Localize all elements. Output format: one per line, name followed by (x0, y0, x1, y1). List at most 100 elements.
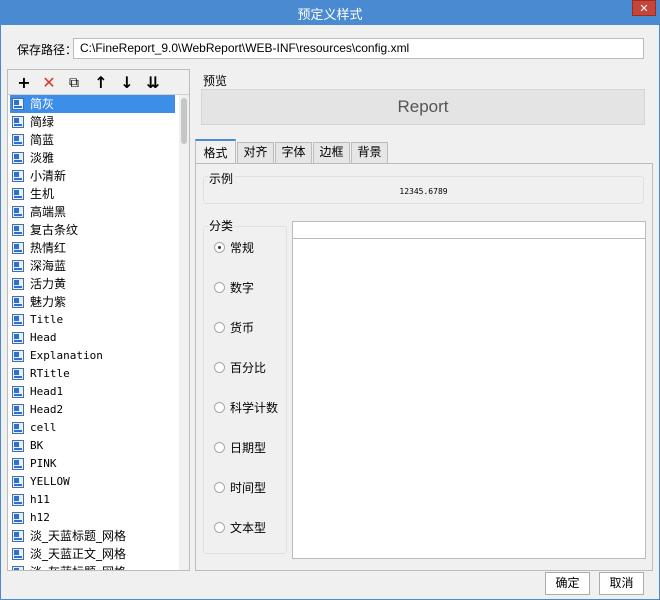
style-list-item[interactable]: 深海蓝 (8, 257, 179, 275)
style-list-item[interactable]: YELLOW (8, 473, 179, 491)
style-list-item[interactable]: 复古条纹 (8, 221, 179, 239)
style-list-item[interactable]: 活力黄 (8, 275, 179, 293)
style-list-item[interactable]: 小清新 (8, 167, 179, 185)
style-list-item[interactable]: Explanation (8, 347, 179, 365)
style-icon (12, 296, 24, 308)
style-list-panel: + ✕ ⧉ ↑ ↓ ⇊ 简灰简绿简蓝淡雅小清新生机高端黑复古条纹 热情红深海蓝活力… (7, 69, 190, 571)
style-item-label: 高端黑 (30, 205, 67, 219)
tab-border[interactable]: 边框 (313, 142, 350, 163)
style-toolbar: + ✕ ⧉ ↑ ↓ ⇊ (8, 70, 189, 95)
category-option-label: 百分比 (230, 361, 267, 375)
style-list-item[interactable]: 生机 (8, 185, 179, 203)
radio-button[interactable] (214, 362, 225, 373)
style-item-label: 淡_灰蓝标题_网格 (30, 565, 126, 570)
style-list-item[interactable]: h11 (8, 491, 179, 509)
format-tab-body: 12345.6789 示例 分类 常规 数字 货币 百分比 科学计数 日期型 时间型 文本型 (195, 163, 653, 571)
style-icon (12, 152, 24, 164)
style-editor-panel: 预览 Report 格式 对齐 字体 边框 背景 12345.6789 示例 分… (195, 69, 653, 571)
style-list-scrollbar[interactable] (179, 95, 189, 570)
format-pattern-input[interactable] (292, 221, 646, 239)
tab-background[interactable]: 背景 (351, 142, 388, 163)
radio-button[interactable] (214, 522, 225, 533)
arrow-down-icon[interactable]: ↓ (117, 73, 137, 93)
style-list-item[interactable]: PINK (8, 455, 179, 473)
style-list-item[interactable]: RTitle (8, 365, 179, 383)
style-icon (12, 278, 24, 290)
style-item-label: 活力黄 (30, 277, 67, 291)
title-bar: 预定义样式 ✕ (0, 0, 660, 25)
style-list-item[interactable]: 简绿 (8, 113, 179, 131)
radio-button[interactable] (214, 482, 225, 493)
style-list-item[interactable]: Title (8, 311, 179, 329)
category-option-label: 货币 (230, 321, 255, 335)
ok-button[interactable]: 确定 (545, 572, 590, 595)
scrollbar-thumb[interactable] (181, 98, 187, 144)
radio-button[interactable] (214, 442, 225, 453)
style-list-item[interactable]: 淡雅 (8, 149, 179, 167)
add-icon[interactable]: + (14, 73, 34, 93)
category-group (203, 226, 287, 554)
tab-align[interactable]: 对齐 (237, 142, 274, 163)
style-list-item[interactable]: 魅力紫 (8, 293, 179, 311)
sort-icon[interactable]: ⇊ (143, 73, 163, 93)
style-list-item[interactable]: 简灰 (10, 95, 175, 113)
cancel-button[interactable]: 取消 (599, 572, 644, 595)
style-icon (12, 494, 24, 506)
style-icon (12, 188, 24, 200)
close-button[interactable]: ✕ (632, 0, 656, 16)
tab-format[interactable]: 格式 (195, 139, 236, 164)
style-icon (12, 512, 24, 524)
style-list-item[interactable]: Head1 (8, 383, 179, 401)
style-list-item[interactable]: Head2 (8, 401, 179, 419)
style-icon (12, 566, 24, 570)
style-list-item[interactable]: 简蓝 (8, 131, 179, 149)
arrow-up-icon[interactable]: ↑ (91, 73, 111, 93)
style-item-label: h11 (30, 493, 50, 506)
radio-button[interactable] (214, 322, 225, 333)
style-icon (12, 314, 24, 326)
style-icon (12, 206, 24, 218)
style-item-label: Title (30, 313, 64, 326)
style-list-item[interactable]: h12 (8, 509, 179, 527)
style-item-label: 淡_天蓝正文_网格 (30, 547, 127, 561)
style-list-item[interactable]: Head (8, 329, 179, 347)
window-title: 预定义样式 (297, 8, 363, 23)
style-item-label: 淡_天蓝标题_网格 (30, 529, 127, 543)
style-item-label: 魅力紫 (30, 295, 67, 309)
style-icon (12, 530, 24, 542)
style-list-item[interactable]: 淡_灰蓝标题_网格 (8, 563, 179, 570)
style-item-label: 简绿 (30, 115, 55, 129)
delete-icon[interactable]: ✕ (39, 73, 59, 93)
style-icon (12, 350, 24, 362)
category-option-label: 常规 (230, 241, 255, 255)
format-pattern-list[interactable] (292, 239, 646, 559)
style-item-label: RTitle (30, 367, 70, 380)
style-icon (12, 386, 24, 398)
style-icon (12, 332, 24, 344)
style-list-item[interactable]: 高端黑 (8, 203, 179, 221)
style-list-item[interactable]: 淡_天蓝正文_网格 (8, 545, 179, 563)
save-path-field[interactable]: C:\FineReport_9.0\WebReport\WEB-INF\reso… (73, 38, 644, 59)
style-item-label: h12 (30, 511, 50, 524)
style-icon (12, 548, 24, 560)
style-list-item[interactable]: 热情红 (8, 239, 179, 257)
style-icon (12, 368, 24, 380)
style-list-item[interactable]: BK (8, 437, 179, 455)
style-item-label: cell (30, 421, 57, 434)
style-icon (12, 170, 24, 182)
radio-button[interactable] (214, 282, 225, 293)
style-item-label: 生机 (30, 187, 55, 201)
dialog-body: 保存路径： C:\FineReport_9.0\WebReport\WEB-IN… (0, 25, 660, 600)
tab-font[interactable]: 字体 (275, 142, 312, 163)
style-icon (12, 224, 24, 236)
style-item-label: 深海蓝 (30, 259, 67, 273)
radio-button[interactable] (214, 402, 225, 413)
style-list-item[interactable]: 淡_天蓝标题_网格 (8, 527, 179, 545)
example-value: 12345.6789 (399, 187, 448, 196)
style-item-label: 淡雅 (30, 151, 55, 165)
copy-icon[interactable]: ⧉ (64, 73, 84, 93)
style-list-item[interactable]: cell (8, 419, 179, 437)
style-icon (12, 404, 24, 416)
radio-button[interactable] (214, 242, 225, 253)
style-item-label: 简灰 (30, 97, 55, 111)
